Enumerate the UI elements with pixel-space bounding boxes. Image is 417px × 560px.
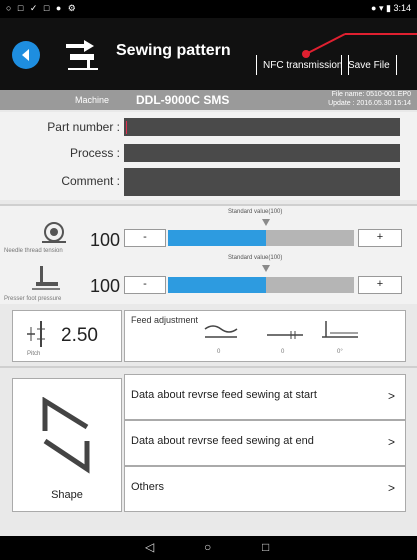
needle-std-label: Standard value(100)	[228, 209, 283, 215]
feed-val-3: 0°	[337, 349, 343, 355]
feed-wave-icon	[204, 325, 238, 338]
feed-angle-icon	[322, 321, 358, 338]
others-label: Others	[131, 481, 165, 493]
status-time: ● ▾ ▮ 3:14	[371, 3, 411, 13]
presser-plus-button[interactable]: +	[358, 276, 402, 294]
app-bar: Sewing pattern NFC transmission Save Fil…	[0, 18, 417, 90]
comment-field[interactable]	[124, 168, 400, 196]
pitch-value: 2.50	[61, 325, 98, 346]
navigation-bar: ◁ ○ □	[0, 536, 417, 560]
nfc-transmission-button[interactable]: NFC transmission	[256, 55, 350, 75]
update-time: Update : 2016.05.30 15:14	[328, 100, 411, 107]
feed-val-1: 0	[217, 349, 221, 355]
shape-label: Shape	[51, 489, 83, 501]
feed-val-2: 0	[281, 349, 285, 355]
reverse-end-label: Data about revrse feed sewing at end	[131, 435, 314, 447]
comment-label: Comment :	[61, 174, 120, 188]
status-icons: ○ □ ✓ □ ● ⚙	[6, 3, 78, 13]
back-arrow-icon	[22, 49, 29, 61]
needle-slider-fill	[168, 230, 266, 246]
part-number-label: Part number :	[47, 120, 120, 134]
presser-slider-fill	[168, 277, 266, 293]
feed-stitch-icon	[267, 331, 303, 339]
reverse-end-button[interactable]: Data about revrse feed sewing at end >	[124, 420, 406, 466]
back-button[interactable]	[12, 41, 40, 69]
chevron-right-icon: >	[387, 435, 395, 449]
file-name: File name: 0510-001.EP0	[331, 91, 411, 98]
presser-foot-icon	[32, 266, 60, 290]
machine-name: DDL-9000C SMS	[136, 93, 230, 107]
needle-plus-button[interactable]: +	[358, 229, 402, 247]
status-bar: ○ □ ✓ □ ● ⚙ ● ▾ ▮ 3:14	[0, 0, 417, 18]
chevron-right-icon: >	[387, 481, 395, 495]
pitch-caption: Pitch	[27, 351, 41, 357]
presser-std-label: Standard value(100)	[228, 255, 283, 261]
needle-tension-caption: Needle thread tension	[4, 248, 63, 254]
presser-caption: Presser foot pressure	[4, 296, 62, 302]
reverse-start-button[interactable]: Data about revrse feed sewing at start >	[124, 374, 406, 420]
process-field[interactable]	[124, 144, 400, 162]
nav-recent-icon[interactable]: □	[262, 540, 269, 554]
divider	[0, 366, 417, 368]
shape-button[interactable]: Shape	[12, 378, 122, 512]
process-label: Process :	[69, 146, 120, 160]
thread-tension-icon	[42, 222, 66, 243]
nav-back-icon[interactable]: ◁	[145, 540, 154, 554]
pitch-icon	[27, 321, 45, 347]
needle-minus-button[interactable]: -	[124, 229, 166, 247]
annotation-pointer	[302, 33, 417, 58]
save-file-button[interactable]: Save File	[341, 55, 397, 75]
presser-std-marker	[262, 265, 270, 272]
needle-tension-value: 100	[90, 230, 121, 250]
nav-home-icon[interactable]: ○	[204, 540, 211, 554]
machine-label: Machine	[75, 95, 110, 105]
page-title: Sewing pattern	[116, 42, 231, 59]
part-number-field[interactable]	[124, 118, 400, 136]
feed-adjustment-button[interactable]: Feed adjustment 0 0 0°	[124, 310, 406, 362]
pitch-button[interactable]: 2.50 Pitch	[12, 310, 122, 362]
others-button[interactable]: Others >	[124, 466, 406, 512]
machine-bar: Machine DDL-9000C SMS File name: 0510-00…	[0, 90, 417, 110]
shape-pattern-icon	[42, 397, 90, 474]
sewing-machine-icon	[66, 40, 98, 70]
reverse-start-label: Data about revrse feed sewing at start	[131, 389, 317, 401]
presser-value: 100	[90, 276, 121, 296]
chevron-right-icon: >	[387, 389, 395, 403]
text-cursor	[126, 121, 127, 134]
needle-std-marker	[262, 219, 270, 226]
feed-title: Feed adjustment	[131, 315, 199, 325]
presser-minus-button[interactable]: -	[124, 276, 166, 294]
info-form: Part number : Process : Comment :	[0, 112, 417, 200]
adjustment-section: Needle thread tension 100 Standard value…	[0, 206, 417, 304]
